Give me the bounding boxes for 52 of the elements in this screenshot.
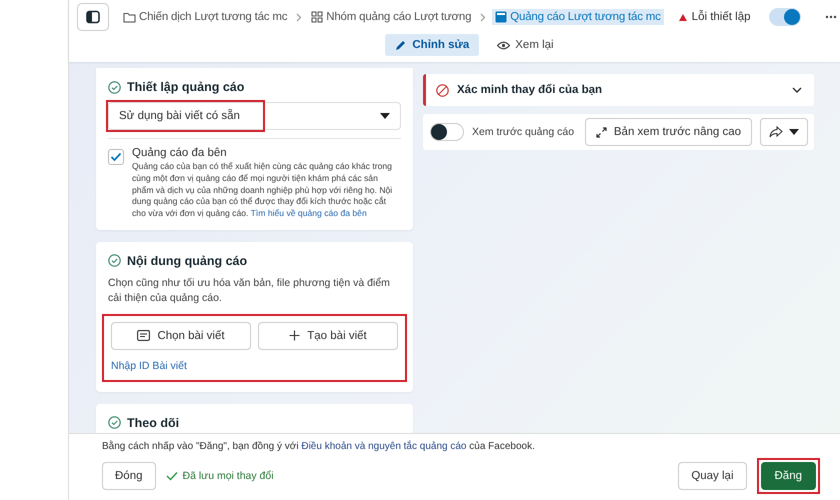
chevron-icon <box>296 12 302 22</box>
terms-text: Bằng cách nhấp vào "Đăng", bạn đồng ý với Điều khoản và nguyên tắc quảng cáo của Facebook. <box>102 440 536 452</box>
warning-icon <box>678 14 687 20</box>
post-source-select[interactable]: Sử dụng bài viết có sẵn <box>108 102 401 130</box>
carousel-description: Quảng cáo của bạn có thể xuất hiện cùng các quảng cáo khác trong cùng một đơn vị quảng cáo để mọi người tiện khám phá các sản phẩm và dịch vụ của những doanh nghiệp phù hợp với riêng họ. Nội dung quảng cáo của bạn có thể được thay đổi kích thước hoặc cắt cho vừa với đơn vị quảng cáo. Tìm hiểu về quảng cáo đa bên <box>132 161 394 220</box>
panel-icon <box>86 10 100 24</box>
plus-icon <box>289 330 300 342</box>
card-title: Nội dung quảng cáo <box>127 254 248 268</box>
folder-icon <box>123 12 136 22</box>
eye-icon <box>497 40 510 50</box>
terms-link[interactable]: Điều khoản và nguyên tắc quảng cáo <box>301 440 466 452</box>
checkbox-label: Quảng cáo đa bên <box>132 147 228 159</box>
chevron-down-icon[interactable] <box>792 87 802 93</box>
view-tab[interactable]: Chỉnh sửa <box>385 34 480 56</box>
toggle-label: Xem trước quảng cáo <box>472 126 576 138</box>
breadcrumb-item[interactable]: Quảng cáo Lượt tương tác mc <box>492 9 664 25</box>
setup-error-status: Lỗi thiết lập <box>678 11 750 23</box>
panel-title: Xác minh thay đổi của bạn <box>457 84 604 96</box>
ad-icon <box>495 11 508 23</box>
post-button[interactable]: Tạo bài viết <box>258 322 398 350</box>
breadcrumb-item[interactable]: Nhóm quảng cáo Lượt tương <box>308 9 474 25</box>
back-button[interactable]: Quay lại <box>678 462 746 490</box>
check-icon <box>166 470 178 480</box>
checkbox[interactable] <box>108 149 124 165</box>
learn-more-link[interactable]: Tìm hiểu về quảng cáo đa bên <box>250 208 367 218</box>
publish-button[interactable]: Đăng <box>760 462 816 490</box>
check-circle-icon <box>108 416 121 430</box>
chevron-icon <box>480 12 486 22</box>
card-title: Thiết lập quảng cáo <box>127 80 244 94</box>
card-description: Chọn cũng như tối ưu hóa văn bản, file phương tiện và điểm cải thiện của quảng cáo. <box>108 276 391 306</box>
preview-toggle[interactable] <box>430 123 464 141</box>
share-button[interactable] <box>760 118 808 146</box>
close-button[interactable]: Đóng <box>102 462 156 490</box>
expand-icon <box>596 126 607 138</box>
ad-toggle[interactable] <box>768 8 800 26</box>
share-icon <box>769 126 783 138</box>
sidebar-toggle-button[interactable] <box>77 3 109 31</box>
view-tab[interactable]: Xem lại <box>487 34 564 56</box>
prohibited-icon <box>436 84 449 96</box>
post-button[interactable]: Chọn bài viết <box>111 322 251 350</box>
advanced-preview-button[interactable]: Bản xem trước nâng cao <box>584 118 752 146</box>
caret-icon <box>789 129 799 135</box>
saved-status: Đã lưu mọi thay đổi <box>166 470 274 482</box>
caret-icon <box>380 113 390 119</box>
card-title: Theo dõi <box>127 416 180 430</box>
post-icon <box>137 330 150 342</box>
check-circle-icon <box>108 80 121 94</box>
check-circle-icon <box>108 254 121 268</box>
breadcrumb-item[interactable]: Chiến dịch Lượt tương tác mc <box>120 9 290 25</box>
enter-post-id-link[interactable]: Nhập ID Bài viết <box>111 360 398 372</box>
grid-icon <box>311 11 324 23</box>
pencil-icon <box>395 39 408 51</box>
